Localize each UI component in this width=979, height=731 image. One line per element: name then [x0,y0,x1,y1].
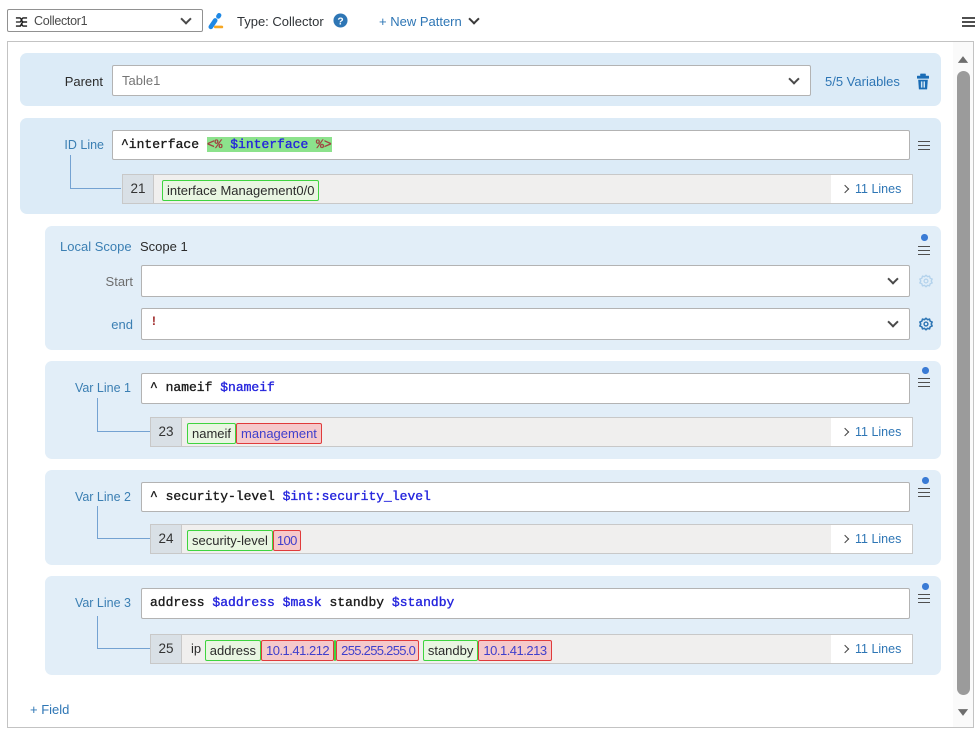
svg-text:?: ? [337,16,343,27]
